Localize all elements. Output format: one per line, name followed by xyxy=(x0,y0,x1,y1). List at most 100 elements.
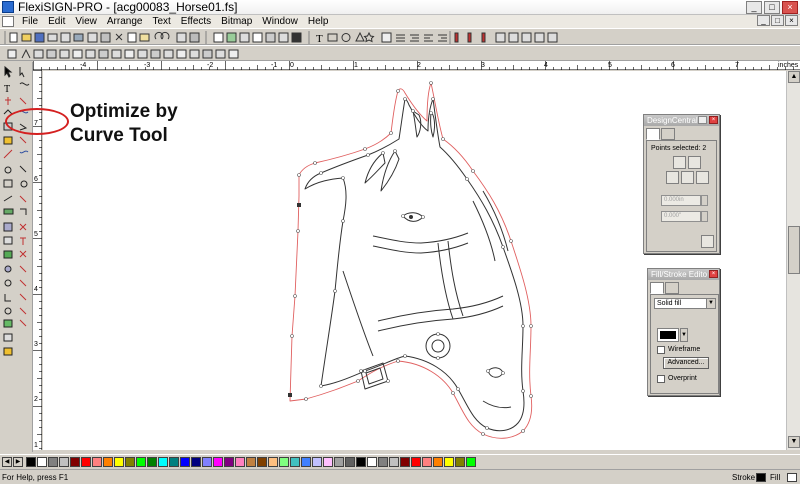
menu-text[interactable]: Text xyxy=(147,15,175,28)
palette-swatch[interactable] xyxy=(367,457,377,467)
stroke-color-indicator[interactable] xyxy=(756,473,766,482)
palette-swatch[interactable] xyxy=(466,457,476,467)
palette-swatch[interactable] xyxy=(334,457,344,467)
control-point[interactable] xyxy=(509,239,513,243)
palette-swatch[interactable] xyxy=(378,457,388,467)
panel-minimize-button[interactable] xyxy=(698,116,707,124)
control-point[interactable] xyxy=(456,387,460,391)
tab-points[interactable] xyxy=(661,128,675,140)
control-point[interactable] xyxy=(386,379,390,383)
palette-swatch[interactable] xyxy=(147,457,157,467)
palette-swatch[interactable] xyxy=(37,457,47,467)
tools-toolbar-icons[interactable] xyxy=(0,46,800,62)
control-point[interactable] xyxy=(290,334,294,338)
control-point[interactable] xyxy=(529,394,533,398)
maximize-button[interactable]: □ xyxy=(764,1,780,14)
standard-toolbar-icons[interactable]: T xyxy=(0,29,800,46)
palette-swatch[interactable] xyxy=(26,457,36,467)
close-button[interactable]: × xyxy=(782,1,798,14)
control-point[interactable] xyxy=(501,371,505,375)
control-point[interactable] xyxy=(356,379,360,383)
palette-swatch[interactable] xyxy=(191,457,201,467)
scroll-down-arrow[interactable]: ▼ xyxy=(788,436,800,448)
menu-edit[interactable]: Edit xyxy=(43,15,70,28)
control-point[interactable] xyxy=(436,332,440,336)
advanced-button[interactable]: Advanced... xyxy=(663,357,709,369)
fill-color-indicator[interactable] xyxy=(787,473,797,482)
menu-window[interactable]: Window xyxy=(257,15,303,28)
position-spinner[interactable] xyxy=(701,195,708,206)
control-point[interactable] xyxy=(319,384,323,388)
control-point[interactable] xyxy=(451,391,455,395)
palette-swatch[interactable] xyxy=(224,457,234,467)
palette-swatch[interactable] xyxy=(48,457,58,467)
menu-bitmap[interactable]: Bitmap xyxy=(216,15,257,28)
palette-swatch[interactable] xyxy=(114,457,124,467)
palette-swatch[interactable] xyxy=(136,457,146,467)
palette-swatch[interactable] xyxy=(444,457,454,467)
control-point[interactable] xyxy=(521,389,525,393)
control-point[interactable] xyxy=(297,173,301,177)
fill-color-swatch[interactable] xyxy=(657,328,679,342)
palette-swatch[interactable] xyxy=(125,457,135,467)
node-tangent-button[interactable] xyxy=(696,171,709,184)
control-point[interactable] xyxy=(429,81,433,85)
palette-swatch[interactable] xyxy=(455,457,465,467)
wireframe-checkbox[interactable] xyxy=(657,346,665,354)
minimize-button[interactable]: _ xyxy=(746,1,762,14)
palette-swatch[interactable] xyxy=(268,457,278,467)
control-point[interactable] xyxy=(403,97,407,101)
control-point[interactable] xyxy=(396,89,400,93)
palette-swatch[interactable] xyxy=(290,457,300,467)
control-point[interactable] xyxy=(381,151,385,155)
palette-swatch[interactable] xyxy=(59,457,69,467)
palette-swatch[interactable] xyxy=(345,457,355,467)
control-point[interactable] xyxy=(501,245,505,249)
menu-arrange[interactable]: Arrange xyxy=(102,15,148,28)
position-field[interactable]: 0.000in xyxy=(661,195,701,206)
control-point[interactable] xyxy=(363,369,367,373)
node-curve-button[interactable] xyxy=(688,156,701,169)
overprint-checkbox[interactable] xyxy=(657,375,665,383)
control-point[interactable] xyxy=(296,229,300,233)
control-point[interactable] xyxy=(333,289,337,293)
document-icon[interactable] xyxy=(2,16,14,27)
control-point[interactable] xyxy=(485,426,489,430)
node-line-button[interactable] xyxy=(673,156,686,169)
palette-swatch[interactable] xyxy=(169,457,179,467)
palette-swatch[interactable] xyxy=(202,457,212,467)
chevron-down-icon[interactable]: ▼ xyxy=(706,299,715,308)
control-point[interactable] xyxy=(403,354,407,358)
control-point[interactable] xyxy=(436,356,440,360)
palette-swatch[interactable] xyxy=(301,457,311,467)
control-point[interactable] xyxy=(529,324,533,328)
control-point[interactable] xyxy=(393,149,397,153)
angle-field[interactable]: 0.000" xyxy=(661,211,701,222)
panel-close-button[interactable]: × xyxy=(709,270,718,278)
palette-swatch[interactable] xyxy=(323,457,333,467)
control-point[interactable] xyxy=(341,219,345,223)
control-point[interactable] xyxy=(389,131,393,135)
doc-minimize-button[interactable]: _ xyxy=(757,15,770,26)
tool-palette-icons[interactable]: T xyxy=(0,62,33,362)
palette-swatch[interactable] xyxy=(433,457,443,467)
palette-swatch[interactable] xyxy=(213,457,223,467)
control-point[interactable] xyxy=(341,176,345,180)
menu-view[interactable]: View xyxy=(70,15,102,28)
control-point[interactable] xyxy=(421,215,425,219)
control-point[interactable] xyxy=(411,109,415,113)
doc-restore-button[interactable]: □ xyxy=(771,15,784,26)
control-point[interactable] xyxy=(429,111,433,115)
palette-scroll-right[interactable]: ▶ xyxy=(13,457,23,467)
control-point[interactable] xyxy=(363,147,367,151)
scroll-thumb[interactable] xyxy=(788,226,800,274)
palette-swatch[interactable] xyxy=(180,457,190,467)
control-point[interactable] xyxy=(396,359,400,363)
control-point[interactable] xyxy=(313,161,317,165)
palette-swatch[interactable] xyxy=(246,457,256,467)
control-point[interactable] xyxy=(319,171,323,175)
scroll-up-arrow[interactable]: ▲ xyxy=(788,71,800,83)
control-point[interactable] xyxy=(465,177,469,181)
palette-swatch[interactable] xyxy=(312,457,322,467)
palette-swatch[interactable] xyxy=(92,457,102,467)
